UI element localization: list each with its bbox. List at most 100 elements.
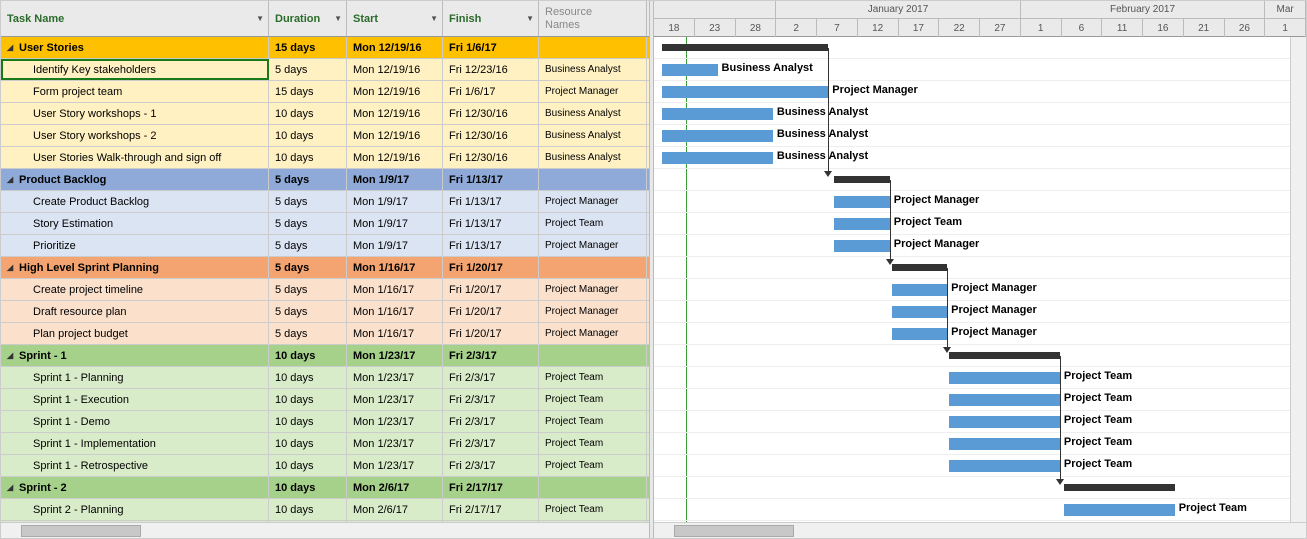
cell-finish[interactable]: Fri 1/20/17 [443,323,539,344]
task-row[interactable]: Sprint 1 - Execution10 daysMon 1/23/17Fr… [1,389,649,411]
cell-duration[interactable]: 15 days [269,37,347,58]
cell-finish[interactable]: Fri 2/3/17 [443,389,539,410]
task-bar[interactable] [662,108,773,120]
cell-start[interactable]: Mon 1/9/17 [347,213,443,234]
task-row[interactable]: Sprint 1 - Demo10 daysMon 1/23/17Fri 2/3… [1,411,649,433]
task-row[interactable]: Sprint 2 - Planning10 daysMon 2/6/17Fri … [1,499,649,521]
task-row[interactable]: Identify Key stakeholders5 daysMon 12/19… [1,59,649,81]
cell-resource[interactable]: Project Team [539,499,647,520]
gantt-row[interactable]: Project Manager [654,235,1306,257]
gantt-row[interactable] [654,477,1306,499]
gantt-row[interactable]: Project Manager [654,301,1306,323]
cell-resource[interactable]: Project Manager [539,279,647,300]
cell-start[interactable]: Mon 1/16/17 [347,257,443,278]
task-row[interactable]: Plan project budget5 daysMon 1/16/17Fri … [1,323,649,345]
dropdown-icon[interactable]: ▼ [256,14,264,23]
gantt-row[interactable]: Project Manager [654,191,1306,213]
col-header-task[interactable]: Task Name▼ [1,1,269,36]
cell-duration[interactable]: 10 days [269,367,347,388]
cell-finish[interactable]: Fri 1/20/17 [443,257,539,278]
cell-resource[interactable]: Project Team [539,367,647,388]
gantt-row[interactable]: Project Team [654,455,1306,477]
cell-resource[interactable]: Business Analyst [539,125,647,146]
cell-start[interactable]: Mon 12/19/16 [347,103,443,124]
cell-resource[interactable]: Project Manager [539,323,647,344]
cell-duration[interactable]: 10 days [269,389,347,410]
cell-duration[interactable]: 10 days [269,411,347,432]
cell-task-name[interactable]: ◢Product Backlog [1,169,269,190]
task-row[interactable]: ◢User Stories15 daysMon 12/19/16Fri 1/6/… [1,37,649,59]
cell-start[interactable]: Mon 12/19/16 [347,81,443,102]
col-header-duration[interactable]: Duration▼ [269,1,347,36]
task-row[interactable]: ◢Sprint - 210 daysMon 2/6/17Fri 2/17/17 [1,477,649,499]
cell-finish[interactable]: Fri 2/3/17 [443,433,539,454]
gantt-row[interactable] [654,257,1306,279]
cell-task-name[interactable]: Sprint 1 - Planning [1,367,269,388]
cell-start[interactable]: Mon 12/19/16 [347,147,443,168]
task-row[interactable]: User Stories Walk-through and sign off10… [1,147,649,169]
task-row[interactable]: User Story workshops - 210 daysMon 12/19… [1,125,649,147]
cell-start[interactable]: Mon 1/16/17 [347,323,443,344]
cell-task-name[interactable]: Sprint 1 - Demo [1,411,269,432]
cell-task-name[interactable]: Form project team [1,81,269,102]
task-row[interactable]: ◢Product Backlog5 daysMon 1/9/17Fri 1/13… [1,169,649,191]
collapse-icon[interactable]: ◢ [7,43,17,52]
task-bar[interactable] [662,86,828,98]
cell-start[interactable]: Mon 1/9/17 [347,169,443,190]
task-bar[interactable] [662,64,717,76]
cell-duration[interactable]: 10 days [269,147,347,168]
gantt-row[interactable]: Business Analyst [654,59,1306,81]
task-bar[interactable] [662,152,773,164]
cell-resource[interactable]: Business Analyst [539,103,647,124]
task-row[interactable]: Form project team15 daysMon 12/19/16Fri … [1,81,649,103]
grid-hscroll[interactable] [1,522,649,538]
cell-start[interactable]: Mon 2/6/17 [347,477,443,498]
cell-resource[interactable] [539,169,647,190]
cell-start[interactable]: Mon 1/23/17 [347,433,443,454]
cell-finish[interactable]: Fri 2/17/17 [443,477,539,498]
cell-finish[interactable]: Fri 1/20/17 [443,301,539,322]
cell-finish[interactable]: Fri 1/13/17 [443,235,539,256]
task-bar[interactable] [949,460,1060,472]
cell-task-name[interactable]: Sprint 1 - Implementation [1,433,269,454]
cell-finish[interactable]: Fri 2/3/17 [443,411,539,432]
cell-start[interactable]: Mon 1/16/17 [347,301,443,322]
task-bar[interactable] [949,438,1060,450]
cell-finish[interactable]: Fri 2/17/17 [443,499,539,520]
cell-task-name[interactable]: Plan project budget [1,323,269,344]
cell-finish[interactable]: Fri 2/3/17 [443,345,539,366]
task-bar[interactable] [1064,504,1175,516]
cell-resource[interactable]: Project Team [539,455,647,476]
cell-resource[interactable]: Project Manager [539,191,647,212]
cell-finish[interactable]: Fri 1/13/17 [443,213,539,234]
gantt-vscroll[interactable] [1290,37,1306,522]
collapse-icon[interactable]: ◢ [7,351,17,360]
task-row[interactable]: Prioritize5 daysMon 1/9/17Fri 1/13/17Pro… [1,235,649,257]
cell-task-name[interactable]: Create Product Backlog [1,191,269,212]
cell-finish[interactable]: Fri 2/3/17 [443,455,539,476]
cell-start[interactable]: Mon 2/6/17 [347,499,443,520]
summary-bar[interactable] [1064,484,1175,491]
cell-resource[interactable]: Project Team [539,433,647,454]
cell-start[interactable]: Mon 1/9/17 [347,235,443,256]
cell-resource[interactable] [539,345,647,366]
dropdown-icon[interactable]: ▼ [334,14,342,23]
cell-task-name[interactable]: ◢High Level Sprint Planning [1,257,269,278]
cell-task-name[interactable]: Draft resource plan [1,301,269,322]
cell-task-name[interactable]: ◢User Stories [1,37,269,58]
cell-finish[interactable]: Fri 12/23/16 [443,59,539,80]
cell-start[interactable]: Mon 12/19/16 [347,59,443,80]
cell-duration[interactable]: 5 days [269,257,347,278]
cell-duration[interactable]: 15 days [269,81,347,102]
cell-resource[interactable]: Project Manager [539,301,647,322]
col-header-start[interactable]: Start▼ [347,1,443,36]
task-bar[interactable] [892,306,947,318]
task-row[interactable]: Sprint 1 - Implementation10 daysMon 1/23… [1,433,649,455]
cell-task-name[interactable]: Identify Key stakeholders [1,59,269,80]
cell-start[interactable]: Mon 12/19/16 [347,37,443,58]
cell-duration[interactable]: 5 days [269,169,347,190]
cell-duration[interactable]: 10 days [269,455,347,476]
task-row[interactable]: ◢Sprint - 110 daysMon 1/23/17Fri 2/3/17 [1,345,649,367]
cell-start[interactable]: Mon 1/23/17 [347,389,443,410]
gantt-row[interactable] [654,37,1306,59]
